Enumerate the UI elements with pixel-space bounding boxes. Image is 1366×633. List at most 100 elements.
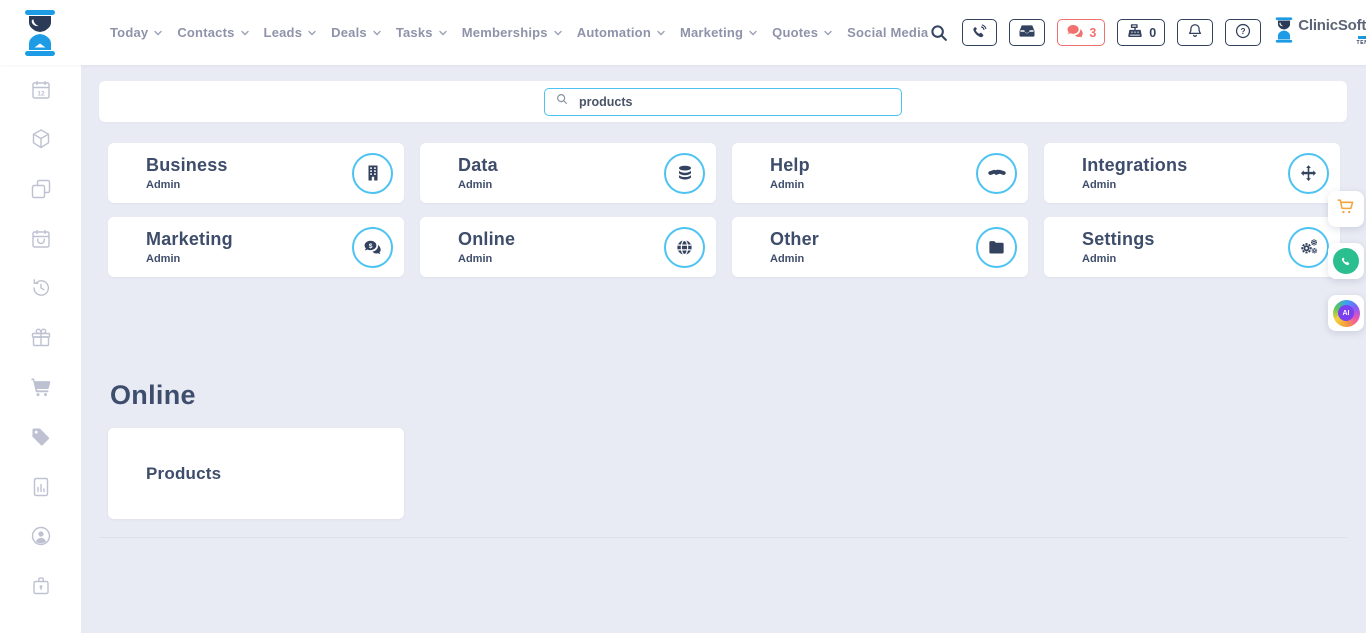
floating-whatsapp-button[interactable] <box>1328 243 1364 279</box>
sidebar-gift-icon[interactable] <box>0 313 81 363</box>
nav-item-deals[interactable]: Deals <box>331 25 381 40</box>
till-button[interactable]: 0 <box>1117 19 1165 46</box>
chevron-down-icon <box>749 30 757 36</box>
search-input-icon <box>555 92 569 111</box>
card-integrations[interactable]: Integrations Admin <box>1044 143 1340 203</box>
bell-icon <box>1186 22 1204 43</box>
sidebar-history-icon[interactable] <box>0 263 81 313</box>
card-title: Other <box>770 229 819 250</box>
brand-name: ClinicSoftware <box>1298 17 1366 34</box>
top-right-actions: 3 0 ? ClinicSoftware.com TEN STEPS AHEAD <box>928 16 1366 49</box>
chevron-down-icon <box>554 30 562 36</box>
nav-item-contacts[interactable]: Contacts <box>177 25 248 40</box>
comments-icon <box>1066 22 1084 43</box>
card-title: Settings <box>1082 229 1155 250</box>
card-title: Integrations <box>1082 155 1187 176</box>
handshake-icon <box>976 153 1017 194</box>
nav-item-marketing[interactable]: Marketing <box>680 25 757 40</box>
card-business[interactable]: Business Admin <box>108 143 404 203</box>
nav-item-today[interactable]: Today <box>110 25 162 40</box>
card-title: Marketing <box>146 229 233 250</box>
nav-item-automation[interactable]: Automation <box>577 25 665 40</box>
building-icon <box>352 153 393 194</box>
card-title: Business <box>146 155 228 176</box>
globe-icon <box>664 227 705 268</box>
search-input-wrap <box>544 88 902 116</box>
svg-text:12: 12 <box>37 90 45 97</box>
chevron-down-icon <box>824 30 832 36</box>
sidebar-cube-icon[interactable] <box>0 115 81 165</box>
nav-item-memberships[interactable]: Memberships <box>462 25 562 40</box>
main-content: BusinessAdmin DataAdmin HelpAdmin Integr… <box>81 65 1366 633</box>
sidebar-user-circle-icon[interactable] <box>0 511 81 561</box>
sidebar-report-icon[interactable] <box>0 462 81 512</box>
chevron-down-icon <box>154 30 162 36</box>
phone-volume-icon <box>971 23 988 43</box>
clinicsoftware-brand: ClinicSoftware.com TEN STEPS AHEAD <box>1273 17 1366 48</box>
search-input[interactable] <box>577 94 891 110</box>
floating-actions: AI <box>1328 191 1364 331</box>
floating-ai-button[interactable]: AI <box>1328 295 1364 331</box>
nav-item-quotes[interactable]: Quotes <box>772 25 832 40</box>
brand-tagline: TEN STEPS AHEAD <box>1356 40 1366 46</box>
chevron-down-icon <box>657 30 665 36</box>
card-subtitle: Admin <box>146 253 233 265</box>
clinicsoftware-logo-icon <box>1273 17 1295 48</box>
sidebar-clone-icon[interactable] <box>0 164 81 214</box>
products-label: Products <box>146 464 221 484</box>
admin-cards-grid: BusinessAdmin DataAdmin HelpAdmin Integr… <box>108 143 1340 277</box>
card-title: Online <box>458 229 515 250</box>
question-icon: ? <box>1234 22 1252 43</box>
section-divider <box>99 537 1347 538</box>
notifications-button[interactable] <box>1177 19 1213 46</box>
phone-button[interactable] <box>962 19 997 46</box>
section-heading: Online <box>110 380 1366 411</box>
inbox-button[interactable] <box>1009 19 1045 46</box>
card-subtitle: Admin <box>1082 253 1155 265</box>
card-subtitle: Admin <box>458 179 498 191</box>
left-sidebar: 12 <box>0 65 81 633</box>
sidebar-calendar-12-icon[interactable]: 12 <box>0 65 81 115</box>
card-help[interactable]: HelpAdmin <box>732 143 1028 203</box>
gears-icon <box>1288 227 1329 268</box>
chevron-down-icon <box>308 30 316 36</box>
till-badge: 0 <box>1149 26 1156 40</box>
card-other[interactable]: Other Admin <box>732 217 1028 277</box>
brand-underline <box>1358 36 1366 39</box>
chevron-down-icon <box>439 30 447 36</box>
database-icon <box>664 153 705 194</box>
chat-badge: 3 <box>1089 26 1096 40</box>
help-button[interactable]: ? <box>1225 19 1261 46</box>
search-icon[interactable] <box>928 22 950 44</box>
inbox-icon <box>1018 22 1036 43</box>
card-online[interactable]: OnlineAdmin <box>420 217 716 277</box>
svg-text:?: ? <box>1241 27 1246 36</box>
card-marketing[interactable]: Marketing Admin $ <box>108 217 404 277</box>
top-bar: Today Contacts Leads Deals Tasks Members… <box>0 0 1366 65</box>
sidebar-calendar-event-icon[interactable] <box>0 214 81 264</box>
app-logo-icon[interactable] <box>20 10 60 56</box>
chevron-down-icon <box>241 30 249 36</box>
card-data[interactable]: Data Admin <box>420 143 716 203</box>
cart-icon <box>1335 196 1357 223</box>
products-card[interactable]: Products <box>108 428 404 519</box>
card-settings[interactable]: Settings Admin <box>1044 217 1340 277</box>
card-title: Data <box>458 155 498 176</box>
card-subtitle: Admin <box>1082 179 1187 191</box>
sidebar-lockbox-icon[interactable] <box>0 561 81 611</box>
folder-icon <box>976 227 1017 268</box>
floating-cart-button[interactable] <box>1328 191 1364 227</box>
sidebar-cart-icon[interactable] <box>0 363 81 413</box>
nav-item-tasks[interactable]: Tasks <box>396 25 447 40</box>
search-bar-panel <box>99 81 1347 122</box>
comments-dollar-icon: $ <box>352 227 393 268</box>
card-subtitle: Admin <box>146 179 228 191</box>
ai-icon: AI <box>1333 300 1360 327</box>
card-title: Help <box>770 155 810 176</box>
sidebar-tag-icon[interactable] <box>0 412 81 462</box>
card-subtitle: Admin <box>770 253 819 265</box>
chat-button[interactable]: 3 <box>1057 19 1105 46</box>
nav-item-leads[interactable]: Leads <box>264 25 317 40</box>
nav-item-social-media[interactable]: Social Media <box>847 25 928 40</box>
svg-text:$: $ <box>369 242 373 249</box>
